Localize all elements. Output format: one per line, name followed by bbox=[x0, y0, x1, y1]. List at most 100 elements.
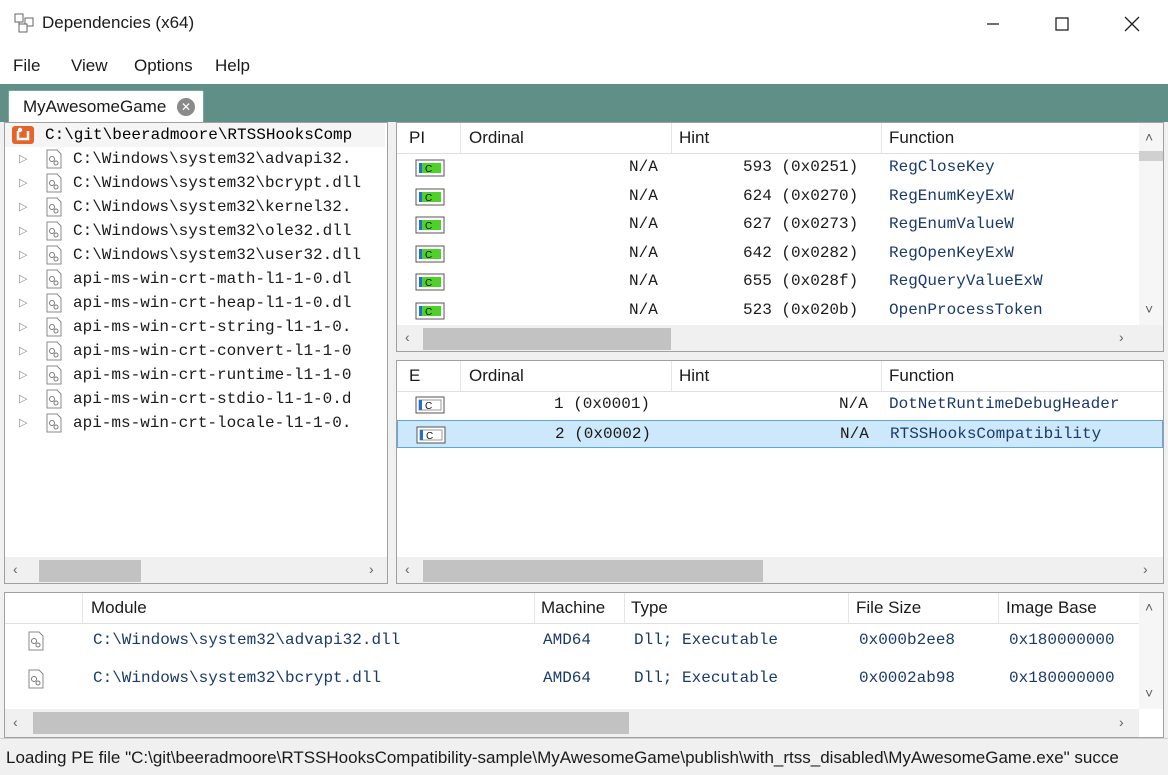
scroll-thumb[interactable] bbox=[33, 712, 629, 734]
col-module[interactable]: Module bbox=[91, 598, 147, 618]
imported-function-icon: C bbox=[415, 273, 445, 296]
scroll-down-icon[interactable]: ˅ bbox=[1145, 685, 1153, 701]
imports-hscrollbar[interactable]: ‹ › bbox=[397, 325, 1163, 351]
col-function[interactable]: Function bbox=[889, 366, 954, 386]
scroll-thumb[interactable] bbox=[423, 560, 763, 582]
scroll-thumb[interactable] bbox=[39, 560, 141, 582]
dll-icon bbox=[45, 293, 63, 313]
expand-arrow-icon[interactable]: ▷ bbox=[19, 248, 27, 261]
col-type[interactable]: Type bbox=[631, 598, 668, 618]
col-hint[interactable]: Hint bbox=[679, 366, 709, 386]
import-row[interactable]: C N/A 624 (0x0270) RegEnumKeyExW bbox=[397, 183, 1139, 211]
svg-text:C: C bbox=[425, 250, 432, 261]
tree-item[interactable]: ▷ C:\Windows\system32\ole32.dll bbox=[5, 219, 385, 243]
expand-arrow-icon[interactable]: ▷ bbox=[19, 152, 27, 165]
import-row[interactable]: C N/A 593 (0x0251) RegCloseKey bbox=[397, 154, 1139, 182]
exports-hscrollbar[interactable]: ‹ › bbox=[397, 557, 1163, 583]
expand-arrow-icon[interactable]: ▷ bbox=[19, 392, 27, 405]
module-row[interactable]: C:\Windows\system32\bcrypt.dll AMD64 Dll; … bbox=[5, 665, 1139, 693]
col-image-base[interactable]: Image Base bbox=[1006, 598, 1097, 618]
tree-item[interactable]: ▷ api-ms-win-crt-math-l1-1-0.dl bbox=[5, 267, 385, 291]
tree-item-label: C:\Windows\system32\bcrypt.dll bbox=[73, 174, 362, 192]
menu-help[interactable]: Help bbox=[215, 56, 250, 76]
scroll-left-icon[interactable]: ‹ bbox=[405, 329, 410, 345]
imported-function-icon: C bbox=[415, 245, 445, 268]
scroll-right-icon[interactable]: › bbox=[1143, 561, 1148, 577]
dll-icon bbox=[45, 197, 63, 217]
col-machine[interactable]: Machine bbox=[541, 598, 605, 618]
scroll-right-icon[interactable]: › bbox=[1119, 329, 1124, 345]
modules-vscrollbar[interactable]: ˄ ˅ bbox=[1139, 593, 1163, 709]
expand-arrow-icon[interactable]: ▷ bbox=[19, 200, 27, 213]
scroll-left-icon[interactable]: ‹ bbox=[13, 714, 18, 730]
scroll-up-icon[interactable]: ˄ bbox=[1145, 129, 1153, 145]
tree-root[interactable]: C:\git\beeradmoore\RTSSHooksComp bbox=[5, 123, 385, 147]
scroll-thumb[interactable] bbox=[1139, 151, 1163, 161]
window-title: Dependencies (x64) bbox=[42, 13, 195, 32]
expand-arrow-icon[interactable]: ▷ bbox=[19, 320, 27, 333]
expand-arrow-icon[interactable]: ▷ bbox=[19, 344, 27, 357]
scroll-thumb[interactable] bbox=[423, 328, 671, 350]
scroll-right-icon[interactable]: › bbox=[1119, 714, 1124, 730]
tree-item[interactable]: ▷ C:\Windows\system32\kernel32. bbox=[5, 195, 385, 219]
col-pi[interactable]: PI bbox=[409, 128, 425, 148]
col-e[interactable]: E bbox=[409, 366, 420, 386]
dll-icon bbox=[45, 221, 63, 241]
menu-file[interactable]: File bbox=[13, 56, 40, 76]
tree-item[interactable]: ▷ api-ms-win-crt-convert-l1-1-0 bbox=[5, 339, 385, 363]
menu-view[interactable]: View bbox=[71, 56, 108, 76]
import-row[interactable]: C N/A 627 (0x0273) RegEnumValueW bbox=[397, 211, 1139, 239]
scroll-right-icon[interactable]: › bbox=[369, 561, 374, 577]
expand-arrow-icon[interactable]: ▷ bbox=[19, 224, 27, 237]
exe-icon bbox=[11, 125, 35, 145]
expand-arrow-icon[interactable]: ▷ bbox=[19, 368, 27, 381]
expand-arrow-icon[interactable]: ▷ bbox=[19, 296, 27, 309]
module-tree: C:\git\beeradmoore\RTSSHooksComp ▷ C:\Win… bbox=[4, 122, 388, 584]
maximize-button[interactable] bbox=[1027, 0, 1097, 48]
expand-arrow-icon[interactable]: ▷ bbox=[19, 272, 27, 285]
tree-item-label: C:\Windows\system32\kernel32. bbox=[73, 198, 352, 216]
col-file-size[interactable]: File Size bbox=[856, 598, 921, 618]
scroll-left-icon[interactable]: ‹ bbox=[13, 561, 18, 577]
dll-icon bbox=[27, 631, 45, 656]
col-ordinal[interactable]: Ordinal bbox=[469, 128, 524, 148]
dll-icon bbox=[45, 413, 63, 433]
tab-document[interactable]: MyAwesomeGame ✕ bbox=[8, 90, 204, 122]
tree-item[interactable]: ▷ C:\Windows\system32\bcrypt.dll bbox=[5, 171, 385, 195]
exported-function-icon: C bbox=[416, 426, 446, 449]
tree-item[interactable]: ▷ api-ms-win-crt-stdio-l1-1-0.d bbox=[5, 387, 385, 411]
maximize-icon bbox=[1055, 17, 1069, 31]
import-function: RegCloseKey bbox=[889, 158, 995, 176]
tree-item[interactable]: ▷ api-ms-win-crt-heap-l1-1-0.dl bbox=[5, 291, 385, 315]
expand-arrow-icon[interactable]: ▷ bbox=[19, 176, 27, 189]
col-hint[interactable]: Hint bbox=[679, 128, 709, 148]
export-ordinal: 1 (0x0001) bbox=[554, 395, 651, 413]
close-button[interactable] bbox=[1097, 0, 1167, 48]
scroll-up-icon[interactable]: ˄ bbox=[1145, 599, 1153, 615]
minimize-button[interactable] bbox=[958, 0, 1028, 48]
import-row[interactable]: C N/A 642 (0x0282) RegOpenKeyExW bbox=[397, 240, 1139, 268]
scroll-down-icon[interactable]: ˅ bbox=[1145, 301, 1153, 317]
exports-grid: E Ordinal Hint Function C 1 (0x0001) N/A Do… bbox=[396, 360, 1164, 584]
expand-arrow-icon[interactable]: ▷ bbox=[19, 416, 27, 429]
tree-item[interactable]: ▷ api-ms-win-crt-runtime-l1-1-0 bbox=[5, 363, 385, 387]
imports-vscrollbar[interactable]: ˄ ˅ bbox=[1139, 123, 1163, 325]
tree-hscrollbar[interactable]: ‹ › bbox=[5, 557, 387, 583]
menu-options[interactable]: Options bbox=[134, 56, 193, 76]
modules-hscrollbar[interactable]: ‹ › bbox=[5, 709, 1139, 737]
tree-item[interactable]: ▷ C:\Windows\system32\user32.dll bbox=[5, 243, 385, 267]
exported-function-icon: C bbox=[415, 396, 445, 419]
dll-icon bbox=[45, 269, 63, 289]
col-ordinal[interactable]: Ordinal bbox=[469, 366, 524, 386]
col-function[interactable]: Function bbox=[889, 128, 954, 148]
tree-item[interactable]: ▷ api-ms-win-crt-string-l1-1-0. bbox=[5, 315, 385, 339]
import-row[interactable]: C N/A 523 (0x020b) OpenProcessToken bbox=[397, 297, 1139, 325]
scroll-left-icon[interactable]: ‹ bbox=[405, 561, 410, 577]
tab-close-icon[interactable]: ✕ bbox=[177, 98, 195, 116]
module-row[interactable]: C:\Windows\system32\advapi32.dll AMD64 Dll… bbox=[5, 627, 1139, 655]
tree-item[interactable]: ▷ api-ms-win-crt-locale-l1-1-0. bbox=[5, 411, 385, 435]
import-row[interactable]: C N/A 655 (0x028f) RegQueryValueExW bbox=[397, 268, 1139, 296]
export-row[interactable]: C 1 (0x0001) N/A DotNetRuntimeDebugHeader bbox=[397, 391, 1163, 419]
tree-item[interactable]: ▷ C:\Windows\system32\advapi32. bbox=[5, 147, 385, 171]
export-row[interactable]: C 2 (0x0002) N/A RTSSHooksCompatibility bbox=[397, 420, 1163, 448]
